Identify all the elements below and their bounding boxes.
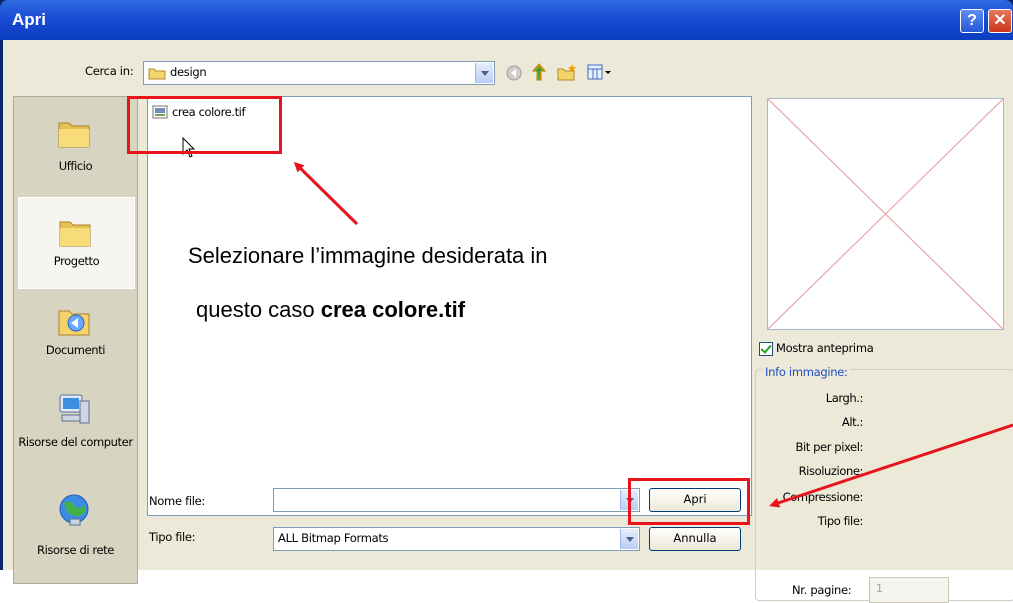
show-preview-checkbox[interactable] xyxy=(759,342,773,356)
info-compression-label: Compressione: xyxy=(782,490,864,504)
back-icon[interactable] xyxy=(505,64,523,82)
network-icon xyxy=(59,494,89,526)
lookin-dropdown[interactable]: design xyxy=(143,61,495,85)
image-info-group xyxy=(755,369,1013,601)
image-info-title: Info immagine: xyxy=(763,365,850,379)
close-button[interactable]: ✕ xyxy=(988,9,1012,33)
filetype-dropdown[interactable]: ALL Bitmap Formats xyxy=(273,527,640,551)
places-bar: Ufficio Progetto Documenti Risorse del c… xyxy=(13,96,138,584)
show-preview-label: Mostra anteprima xyxy=(776,341,874,355)
new-folder-icon[interactable] xyxy=(556,62,578,82)
annotation-line-1: Selezionare l’immagine desiderata in xyxy=(188,243,548,268)
info-filetype-label: Tipo file: xyxy=(817,514,864,528)
pages-value: 1 xyxy=(876,582,883,595)
view-menu-icon[interactable] xyxy=(586,63,612,81)
place-risorse-computer[interactable]: Risorse del computer xyxy=(18,385,133,475)
my-documents-icon xyxy=(58,310,90,336)
annotation-line-2: questo caso crea colore.tif xyxy=(196,297,465,323)
lookin-label: Cerca in: xyxy=(85,64,134,78)
place-label: Documenti xyxy=(45,343,106,357)
filename-input[interactable] xyxy=(273,488,640,512)
highlight-open-box xyxy=(628,478,750,525)
info-bpp-label: Bit per pixel: xyxy=(795,440,864,454)
chevron-down-icon[interactable] xyxy=(620,529,638,549)
place-ufficio[interactable]: Ufficio xyxy=(18,103,133,193)
annotation-line-2-prefix: questo caso xyxy=(196,297,321,322)
folder-icon xyxy=(58,122,90,148)
title-bar[interactable]: Apri ? ✕ xyxy=(0,0,1013,40)
place-label: Ufficio xyxy=(58,159,93,173)
chevron-down-icon[interactable] xyxy=(475,63,493,83)
highlight-file-box xyxy=(127,96,282,154)
place-label: Risorse di rete xyxy=(37,543,114,557)
filetype-value: ALL Bitmap Formats xyxy=(278,531,389,545)
preview-box xyxy=(767,98,1004,330)
help-button[interactable]: ? xyxy=(960,9,984,33)
place-label: Progetto xyxy=(53,254,100,268)
annotation-line-2-bold: crea colore.tif xyxy=(320,297,466,322)
folder-icon xyxy=(148,68,166,80)
no-preview-cross-icon xyxy=(767,98,1004,330)
pages-field: 1 xyxy=(869,577,949,603)
my-computer-icon xyxy=(59,394,90,424)
dialog-window: Apri ? ✕ Cerca in: design Ufficio Proget… xyxy=(0,0,1013,603)
pages-label: Nr. pagine: xyxy=(792,583,852,597)
filetype-label: Tipo file: xyxy=(149,530,196,544)
place-progetto[interactable]: Progetto xyxy=(18,197,135,289)
window-title: Apri xyxy=(12,10,46,29)
up-folder-icon[interactable] xyxy=(530,62,548,82)
cancel-button[interactable]: Annulla xyxy=(649,527,741,551)
folder-icon xyxy=(59,221,91,247)
info-resolution-label: Risoluzione: xyxy=(798,464,864,478)
info-height-label: Alt.: xyxy=(841,415,864,429)
place-risorse-rete[interactable]: Risorse di rete xyxy=(18,491,133,581)
info-width-label: Largh.: xyxy=(825,391,864,405)
filename-label: Nome file: xyxy=(149,494,205,508)
lookin-value: design xyxy=(170,65,207,79)
place-documenti[interactable]: Documenti xyxy=(18,293,133,383)
place-label: Risorse del computer xyxy=(18,435,133,449)
